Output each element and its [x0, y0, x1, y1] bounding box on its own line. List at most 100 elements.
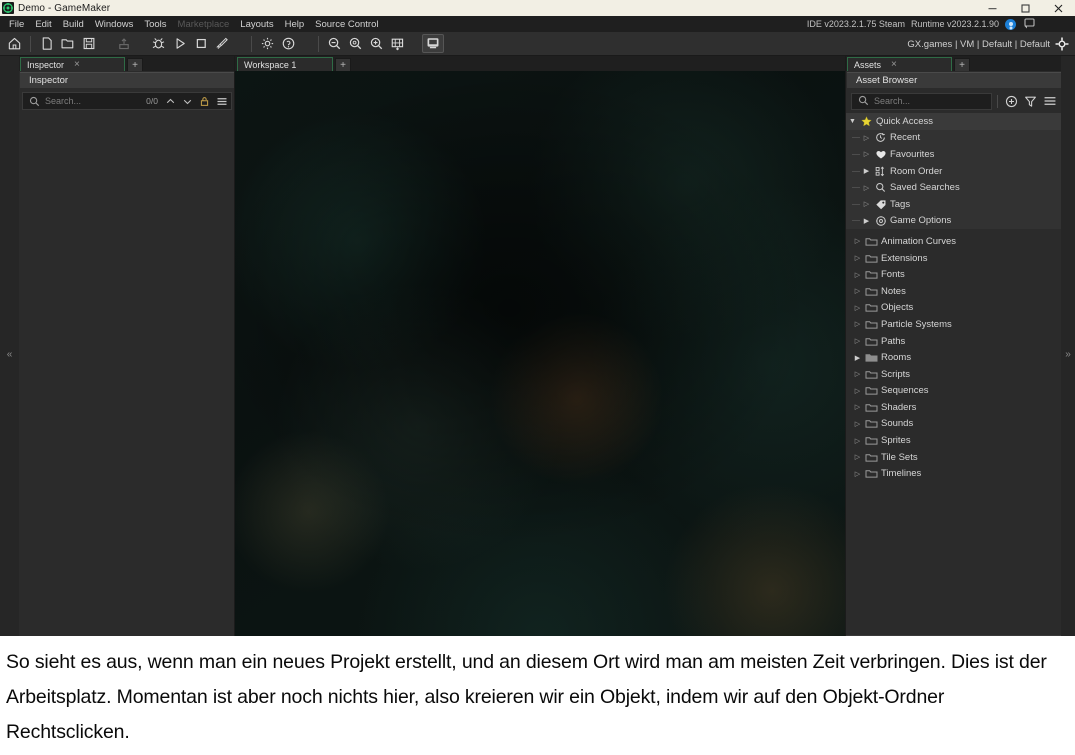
- expand-arrow-right-icon[interactable]: ▷: [851, 337, 864, 345]
- expand-arrow-right-icon[interactable]: ▷: [851, 437, 864, 445]
- expand-arrow-right-icon[interactable]: ▷: [851, 453, 864, 461]
- tree-item-scripts-label: Scripts: [881, 368, 911, 380]
- left-dock-collapse-handle[interactable]: «: [0, 56, 19, 636]
- close-icon[interactable]: [1042, 0, 1075, 16]
- zoom-out-icon[interactable]: [324, 34, 345, 54]
- tree-item-timelines[interactable]: ▷ Timelines: [846, 465, 1061, 482]
- expand-arrow-right-icon[interactable]: ▷: [851, 387, 864, 395]
- tab-workspace-1[interactable]: Workspace 1: [237, 57, 333, 71]
- expand-arrow-right-filled-icon[interactable]: ▶: [851, 354, 864, 362]
- tree-item-quick-access[interactable]: ▼ Quick Access: [846, 113, 1061, 130]
- tree-item-notes[interactable]: ▷ Notes: [846, 283, 1061, 300]
- minimize-icon[interactable]: [976, 0, 1009, 16]
- assets-add-tab-button[interactable]: +: [954, 58, 970, 71]
- folder-icon: [864, 468, 879, 479]
- save-icon[interactable]: [78, 34, 99, 54]
- tab-assets[interactable]: Assets ×: [847, 57, 952, 71]
- debug-icon[interactable]: [148, 34, 169, 54]
- expand-arrow-right-icon[interactable]: ▷: [860, 150, 873, 158]
- tree-item-fonts[interactable]: ▷ Fonts: [846, 266, 1061, 283]
- filter-icon[interactable]: [1022, 93, 1039, 110]
- tree-item-animation-curves[interactable]: ▷ Animation Curves: [846, 233, 1061, 250]
- tree-item-shaders[interactable]: ▷ Shaders: [846, 399, 1061, 416]
- menu-item-file[interactable]: File: [9, 19, 30, 30]
- menu-item-layouts[interactable]: Layouts: [240, 19, 279, 30]
- right-dock-collapse-handle[interactable]: »: [1061, 56, 1075, 636]
- expand-arrow-right-icon[interactable]: ▷: [860, 200, 873, 208]
- tab-assets-close-icon[interactable]: ×: [891, 59, 897, 70]
- tree-item-tile-sets[interactable]: ▷ Tile Sets: [846, 449, 1061, 466]
- tree-item-favourites[interactable]: ▷ Favourites: [846, 146, 1061, 163]
- gamemaker-ide-screenshot: Demo - GameMaker File Edit Build Windows…: [0, 0, 1075, 755]
- menu-item-help[interactable]: Help: [285, 19, 311, 30]
- stop-icon[interactable]: [190, 34, 211, 54]
- expand-arrow-right-icon[interactable]: ▷: [851, 420, 864, 428]
- expand-arrow-right-icon[interactable]: ▷: [851, 470, 864, 478]
- expand-arrow-right-icon[interactable]: ▷: [851, 403, 864, 411]
- display-icon[interactable]: [422, 34, 444, 53]
- zoom-fit-icon[interactable]: [387, 34, 408, 54]
- workspace-canvas[interactable]: [235, 71, 845, 636]
- asset-search-input[interactable]: Search...: [851, 92, 992, 110]
- home-icon[interactable]: [4, 34, 25, 54]
- tree-item-tags[interactable]: ▷ Tags: [846, 196, 1061, 213]
- tab-inspector[interactable]: Inspector ×: [20, 57, 125, 71]
- chat-bubble-icon[interactable]: [1022, 18, 1035, 30]
- add-asset-icon[interactable]: [1003, 93, 1020, 110]
- expand-arrow-right-icon[interactable]: ▷: [851, 287, 864, 295]
- expand-arrow-right-icon[interactable]: ▷: [851, 271, 864, 279]
- tree-item-recent[interactable]: ▷ Recent: [846, 130, 1061, 147]
- inspector-menu-icon[interactable]: [215, 94, 228, 108]
- expand-arrow-right-icon[interactable]: ▷: [851, 237, 864, 245]
- expand-arrow-down-icon[interactable]: ▼: [846, 118, 859, 125]
- play-icon[interactable]: [169, 34, 190, 54]
- menu-item-build[interactable]: Build: [63, 19, 90, 30]
- asset-tree[interactable]: ▼ Quick Access ▷ Recent ▷ Favourites ▶ R…: [846, 110, 1061, 635]
- tree-item-sequences[interactable]: ▷ Sequences: [846, 383, 1061, 400]
- inspector-add-tab-button[interactable]: +: [127, 58, 143, 71]
- new-project-icon[interactable]: [36, 34, 57, 54]
- hamburger-menu-icon[interactable]: [1041, 93, 1058, 110]
- expand-arrow-right-icon[interactable]: ▷: [851, 304, 864, 312]
- expand-arrow-right-icon[interactable]: ▷: [851, 370, 864, 378]
- tree-item-particle-systems[interactable]: ▷ Particle Systems: [846, 316, 1061, 333]
- user-avatar-icon[interactable]: [1005, 18, 1016, 30]
- expand-arrow-right-filled-icon[interactable]: ▶: [860, 217, 873, 225]
- lock-icon[interactable]: [198, 94, 211, 108]
- help-question-icon[interactable]: [278, 34, 299, 54]
- expand-arrow-right-icon[interactable]: ▷: [860, 184, 873, 192]
- menu-item-source-control[interactable]: Source Control: [315, 19, 384, 30]
- tree-item-objects[interactable]: ▷ Objects: [846, 300, 1061, 317]
- tree-item-game-options[interactable]: ▶ Game Options: [846, 213, 1061, 230]
- tree-item-scripts[interactable]: ▷ Scripts: [846, 366, 1061, 383]
- menu-item-windows[interactable]: Windows: [95, 19, 140, 30]
- tree-item-paths[interactable]: ▷ Paths: [846, 333, 1061, 350]
- tree-item-tags-label: Tags: [890, 198, 911, 210]
- inspector-search-row[interactable]: Search... 0/0: [22, 92, 232, 110]
- clean-icon[interactable]: [211, 34, 232, 54]
- tree-item-rooms[interactable]: ▶ Rooms: [846, 349, 1061, 366]
- open-project-icon[interactable]: [57, 34, 78, 54]
- tree-item-room-order[interactable]: ▶ Room Order: [846, 163, 1061, 180]
- workspace-add-tab-button[interactable]: +: [335, 58, 351, 71]
- maximize-icon[interactable]: [1009, 0, 1042, 16]
- tab-inspector-close-icon[interactable]: ×: [74, 59, 80, 70]
- tree-item-sprites[interactable]: ▷ Sprites: [846, 432, 1061, 449]
- expand-arrow-right-icon[interactable]: ▷: [851, 320, 864, 328]
- target-crosshair-icon[interactable]: [1055, 37, 1069, 51]
- tree-item-sounds[interactable]: ▷ Sounds: [846, 416, 1061, 433]
- build-target-info[interactable]: GX.games | VM | Default | Default: [907, 32, 1069, 56]
- expand-arrow-right-icon[interactable]: ▷: [851, 254, 864, 262]
- next-match-chevron-down-icon[interactable]: [181, 94, 194, 108]
- zoom-reset-icon[interactable]: [345, 34, 366, 54]
- prev-match-chevron-up-icon[interactable]: [164, 94, 177, 108]
- inspector-search-input[interactable]: Search...: [45, 96, 142, 106]
- zoom-in-icon[interactable]: [366, 34, 387, 54]
- preferences-gear-icon[interactable]: [257, 34, 278, 54]
- tree-item-extensions[interactable]: ▷ Extensions: [846, 250, 1061, 267]
- expand-arrow-right-filled-icon[interactable]: ▶: [860, 167, 873, 175]
- menu-item-edit[interactable]: Edit: [35, 19, 57, 30]
- expand-arrow-right-icon[interactable]: ▷: [860, 134, 873, 142]
- menu-item-tools[interactable]: Tools: [144, 19, 172, 30]
- tree-item-saved-searches[interactable]: ▷ Saved Searches: [846, 179, 1061, 196]
